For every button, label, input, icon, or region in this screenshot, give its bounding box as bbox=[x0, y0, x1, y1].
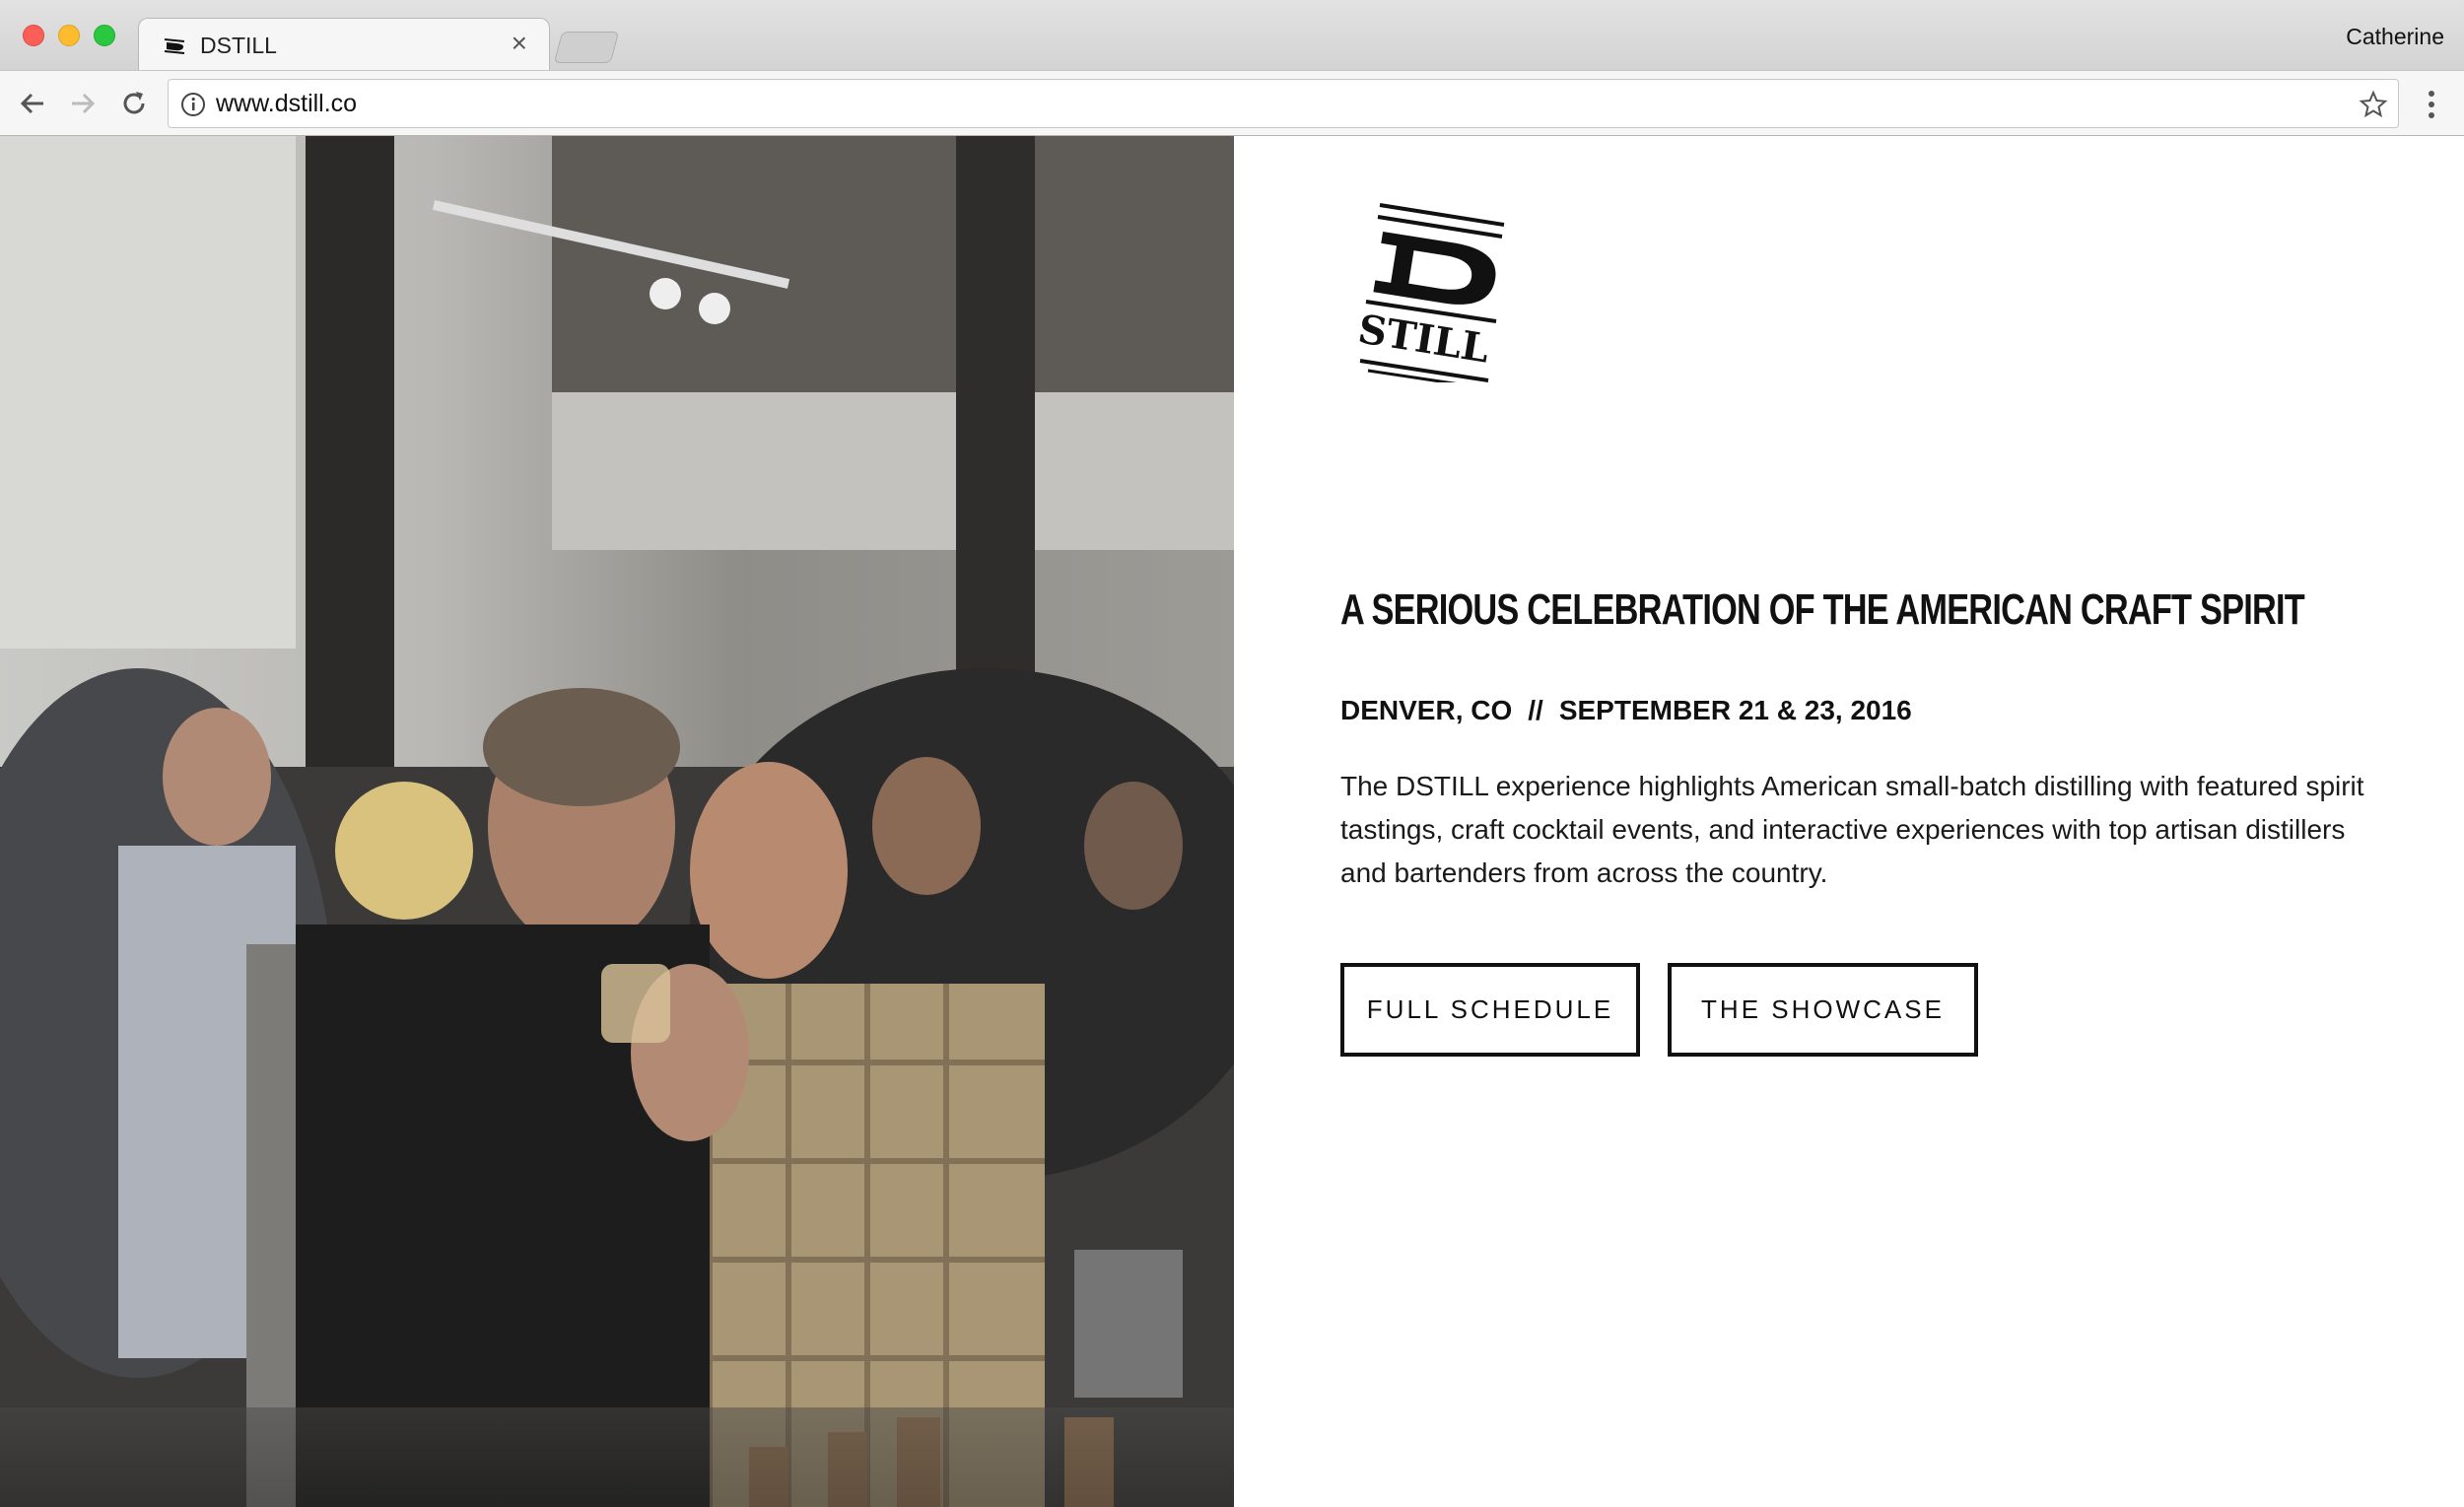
the-showcase-button[interactable]: THE SHOWCASE bbox=[1668, 963, 1978, 1057]
web-page: STILL A SERIOUS CELEBRATION OF THE AMERI… bbox=[0, 136, 2464, 1507]
zoom-window-button[interactable] bbox=[94, 25, 115, 46]
event-location: DENVER, CO bbox=[1340, 695, 1513, 725]
close-window-button[interactable] bbox=[23, 25, 44, 46]
event-separator: // bbox=[1528, 695, 1543, 725]
info-icon[interactable] bbox=[180, 92, 206, 117]
more-menu-icon[interactable] bbox=[2417, 88, 2446, 121]
arrow-left-icon bbox=[20, 93, 43, 114]
dstill-logo[interactable]: STILL bbox=[1338, 199, 1516, 382]
tab-close-icon[interactable]: × bbox=[512, 28, 527, 58]
tab-strip: DSTILL × Catherine bbox=[0, 0, 2464, 70]
url-text[interactable]: www.dstill.co bbox=[216, 90, 357, 118]
the-showcase-label: THE SHOWCASE bbox=[1701, 994, 1945, 1024]
tab-title: DSTILL bbox=[200, 33, 277, 58]
full-schedule-button[interactable]: FULL SCHEDULE bbox=[1340, 963, 1640, 1057]
page-headline: A SERIOUS CELEBRATION OF THE AMERICAN CR… bbox=[1340, 585, 2305, 634]
profile-name[interactable]: Catherine bbox=[2346, 24, 2444, 50]
minimize-window-button[interactable] bbox=[58, 25, 80, 46]
intro-panel: STILL A SERIOUS CELEBRATION OF THE AMERI… bbox=[1234, 136, 2464, 1507]
reload-button[interactable] bbox=[115, 85, 153, 122]
forward-button[interactable] bbox=[64, 85, 102, 122]
browser-toolbar: www.dstill.co bbox=[0, 70, 2464, 136]
hero-photo bbox=[0, 136, 1234, 1507]
event-description: The DSTILL experience highlights America… bbox=[1340, 771, 2364, 888]
reload-icon bbox=[123, 92, 145, 114]
tasting-event-photo bbox=[0, 136, 1234, 1507]
dstill-logo-icon bbox=[164, 38, 185, 54]
arrow-right-icon bbox=[72, 93, 96, 114]
browser-chrome: DSTILL × Catherine www.dstill.co bbox=[0, 0, 2464, 136]
address-bar[interactable]: www.dstill.co bbox=[168, 79, 2399, 128]
new-tab-button[interactable] bbox=[553, 32, 620, 63]
full-schedule-label: FULL SCHEDULE bbox=[1366, 994, 1614, 1024]
event-details: DENVER, CO // SEPTEMBER 21 & 23, 2016 bbox=[1340, 695, 1912, 726]
bookmark-star-icon[interactable] bbox=[2359, 90, 2388, 119]
tab-dstill[interactable]: DSTILL × bbox=[138, 18, 550, 70]
event-dates: SEPTEMBER 21 & 23, 2016 bbox=[1558, 695, 1912, 725]
back-button[interactable] bbox=[14, 85, 51, 122]
